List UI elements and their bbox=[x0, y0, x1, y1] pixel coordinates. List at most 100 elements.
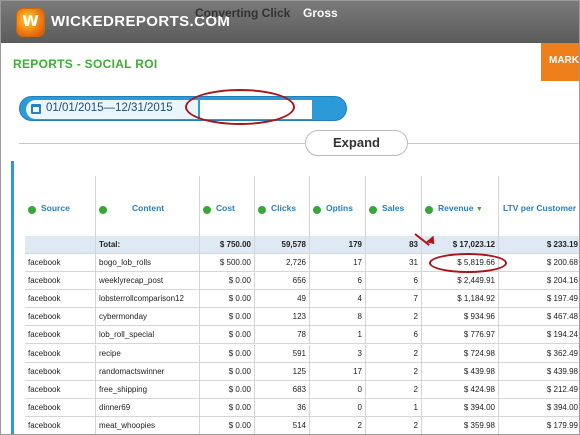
cell-ltv: $ 212.49 bbox=[546, 384, 578, 394]
total-ltv: $ 233.19 bbox=[546, 240, 578, 249]
report-filter-pill[interactable]: 01/01/2015—12/31/2015 bbox=[19, 96, 347, 121]
cell-optins: 4 bbox=[310, 290, 366, 309]
gross-option[interactable]: Gross bbox=[303, 6, 338, 20]
table-row[interactable]: facebook dinner69 $ 0.00 36 0 1 $ 394.00 $ 394.… bbox=[25, 398, 579, 417]
cell-clicks: 656 bbox=[255, 272, 310, 291]
expand-divider bbox=[19, 143, 579, 144]
total-label: Total: bbox=[96, 236, 200, 254]
col-header-content[interactable]: Content bbox=[96, 176, 200, 236]
cell-clicks: 514 bbox=[255, 416, 310, 434]
table-row[interactable]: facebook recipe $ 0.00 591 3 2 $ 724.98 $ 362.4… bbox=[25, 344, 579, 363]
cell-revenue: $ 1,184.92 bbox=[422, 290, 499, 309]
annotation-circle-revenue bbox=[429, 253, 507, 273]
col-header-revenue[interactable]: Revenue ▼ bbox=[422, 176, 499, 236]
date-range-picker[interactable]: 01/01/2015—12/31/2015 bbox=[26, 100, 198, 119]
total-cost: $ 750.00 bbox=[200, 236, 255, 254]
cell-sales: 1 bbox=[366, 398, 422, 417]
cell-content[interactable]: dinner69 bbox=[96, 398, 200, 417]
cell-ltv: $ 467.48 bbox=[546, 312, 578, 322]
cell-optins: 17 bbox=[310, 254, 366, 272]
cell-content[interactable]: lob_roll_special bbox=[96, 326, 200, 345]
cell-cost: $ 0.00 bbox=[200, 416, 255, 434]
col-header-source[interactable]: Source bbox=[25, 176, 96, 236]
cell-content[interactable]: bogo_lob_rolls bbox=[96, 254, 200, 272]
info-circle-icon[interactable] bbox=[313, 206, 321, 214]
cell-sales: 2 bbox=[366, 416, 422, 434]
expand-button[interactable]: Expand bbox=[305, 130, 408, 156]
table-row[interactable]: facebook free_shipping $ 0.00 683 0 2 $ 424.98… bbox=[25, 380, 579, 399]
cell-sales: 2 bbox=[366, 380, 422, 399]
info-circle-icon[interactable] bbox=[369, 206, 377, 214]
cell-ltv: $ 362.49 bbox=[546, 348, 578, 358]
cell-clicks: 683 bbox=[255, 380, 310, 399]
cell-ltv: $ 204.16 bbox=[546, 276, 578, 286]
cell-ltv: $ 200.68 bbox=[546, 258, 578, 267]
cell-cost: $ 0.00 bbox=[200, 326, 255, 345]
cell-content[interactable]: free_shipping bbox=[96, 380, 200, 399]
left-accent-rule bbox=[11, 161, 14, 434]
col-header-ltv[interactable]: LTV per Customer bbox=[499, 176, 579, 236]
cell-ltv: $ 197.49 bbox=[546, 294, 578, 304]
cell-optins: 1 bbox=[310, 326, 366, 345]
total-optins: 179 bbox=[310, 236, 366, 254]
converting-click-option[interactable]: Converting Click bbox=[195, 6, 290, 20]
logo-letter: W bbox=[22, 12, 39, 30]
table-total-row: Total: $ 750.00 59,578 179 83 $ 17,023.1… bbox=[25, 236, 579, 254]
cell-cost: $ 500.00 bbox=[200, 254, 255, 272]
cell-content[interactable]: lobsterrollcomparison12 bbox=[96, 290, 200, 309]
info-circle-icon[interactable] bbox=[99, 206, 107, 214]
cell-content[interactable]: cybermonday bbox=[96, 308, 200, 327]
cell-sales: 2 bbox=[366, 308, 422, 327]
col-header-clicks[interactable]: Clicks bbox=[255, 176, 310, 236]
cell-cost: $ 0.00 bbox=[200, 290, 255, 309]
cell-clicks: 123 bbox=[255, 308, 310, 327]
sort-desc-icon[interactable]: ▼ bbox=[476, 206, 483, 213]
table-row[interactable]: facebook weeklyrecap_post $ 0.00 656 6 6 $ 2,4… bbox=[25, 272, 579, 291]
cell-content[interactable]: randomactswinner bbox=[96, 362, 200, 381]
cell-content[interactable]: recipe bbox=[96, 344, 200, 363]
info-circle-icon[interactable] bbox=[203, 206, 211, 214]
cell-source: facebook bbox=[25, 308, 96, 327]
info-circle-icon[interactable] bbox=[425, 206, 433, 214]
cell-source: facebook bbox=[25, 380, 96, 399]
cell-cost: $ 0.00 bbox=[200, 380, 255, 399]
info-circle-icon[interactable] bbox=[258, 206, 266, 214]
cell-optins: 3 bbox=[310, 344, 366, 363]
table-row[interactable]: facebook lobsterrollcomparison12 $ 0.00 49 4… bbox=[25, 290, 579, 309]
cell-ltv: $ 394.00 bbox=[546, 402, 578, 412]
annotation-circle-converting-click bbox=[185, 89, 295, 125]
col-header-optins[interactable]: Optins bbox=[310, 176, 366, 236]
info-circle-icon[interactable] bbox=[28, 206, 36, 214]
table-row[interactable]: facebook meat_whoopies $ 0.00 514 2 2 $ 359.98… bbox=[25, 416, 579, 434]
cell-revenue: $ 424.98 bbox=[422, 380, 499, 399]
cell-clicks: 78 bbox=[255, 326, 310, 345]
table-row[interactable]: facebook cybermonday $ 0.00 123 8 2 $ 934.96 $ … bbox=[25, 308, 579, 327]
cell-sales: 6 bbox=[366, 272, 422, 291]
table-row[interactable]: facebook lob_roll_special $ 0.00 78 1 6 $ 776.… bbox=[25, 326, 579, 345]
total-sales: 83 bbox=[366, 236, 422, 254]
cell-content[interactable]: meat_whoopies bbox=[96, 416, 200, 434]
cell-sales: 31 bbox=[366, 254, 422, 272]
cell-cost: $ 0.00 bbox=[200, 362, 255, 381]
cell-optins: 0 bbox=[310, 398, 366, 417]
mark-tab[interactable]: MARK bbox=[541, 43, 579, 81]
cell-revenue: $ 394.00 bbox=[422, 398, 499, 417]
cell-revenue: $ 359.98 bbox=[422, 416, 499, 434]
cell-optins: 17 bbox=[310, 362, 366, 381]
total-clicks: 59,578 bbox=[255, 236, 310, 254]
cell-content[interactable]: weeklyrecap_post bbox=[96, 272, 200, 291]
page-title: REPORTS - SOCIAL ROI bbox=[13, 57, 158, 71]
cell-source: facebook bbox=[25, 398, 96, 417]
cell-source: facebook bbox=[25, 416, 96, 434]
col-header-cost[interactable]: Cost bbox=[200, 176, 255, 236]
screenshot-frame: W WICKEDREPORTS.COM REPORTS - SOCIAL ROI… bbox=[0, 0, 580, 435]
cell-cost: $ 0.00 bbox=[200, 272, 255, 291]
cell-ltv: $ 179.99 bbox=[546, 420, 578, 430]
table-row[interactable]: facebook randomactswinner $ 0.00 125 17 2 $ 43… bbox=[25, 362, 579, 381]
cell-sales: 7 bbox=[366, 290, 422, 309]
flame-logo-icon[interactable]: W bbox=[17, 9, 44, 36]
cell-optins: 0 bbox=[310, 380, 366, 399]
col-header-sales[interactable]: Sales bbox=[366, 176, 422, 236]
calendar-icon bbox=[31, 104, 41, 114]
cell-sales: 2 bbox=[366, 344, 422, 363]
